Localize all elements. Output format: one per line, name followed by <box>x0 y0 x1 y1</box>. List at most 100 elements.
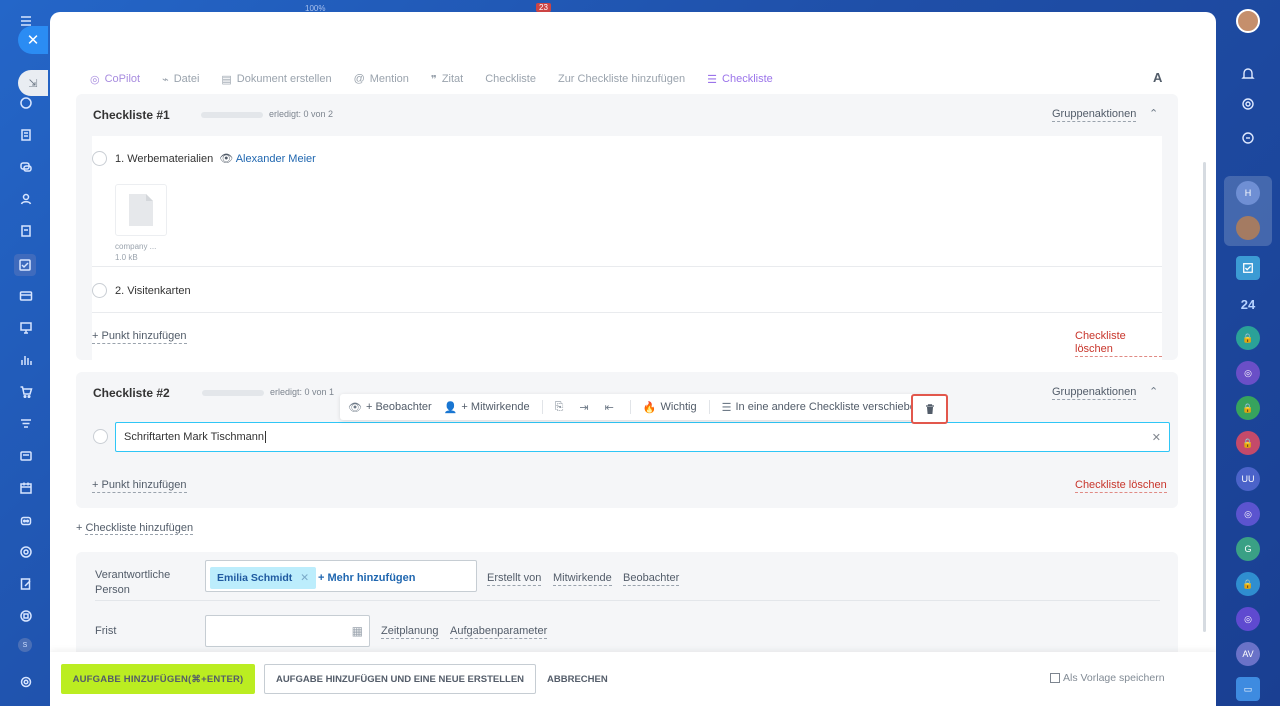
trash-icon <box>925 404 934 414</box>
docs-icon[interactable] <box>17 222 34 239</box>
target-icon[interactable] <box>17 543 34 560</box>
toolbar-mention[interactable]: @ Mention <box>354 73 409 85</box>
participants-link[interactable]: Mitwirkende <box>553 572 612 586</box>
calendar-icon[interactable] <box>17 479 34 496</box>
user-avatar[interactable] <box>1236 9 1260 33</box>
remove-icon[interactable]: ✕ <box>300 572 309 584</box>
responsible-field[interactable]: Emilia Schmidt ✕ + Mehr hinzufügen <box>205 560 477 592</box>
observers-link[interactable]: Beobachter <box>623 572 680 586</box>
delete-item-button[interactable] <box>911 394 948 424</box>
bitrix24-chat[interactable]: 24 <box>1236 292 1260 316</box>
indent-button[interactable]: ⇥ <box>579 401 592 414</box>
progress-text: erledigt: 0 von 1 <box>270 387 335 397</box>
lock-chat-icon[interactable]: 🔒 <box>1236 326 1260 350</box>
list-item[interactable]: 1. Werbematerialien 👁 Alexander Meier <box>115 152 316 165</box>
scrollbar[interactable] <box>1203 162 1206 632</box>
text-format-button[interactable]: A <box>1153 70 1162 85</box>
task-create-panel: ◎ CoPilot ⌁ Datei ▤ Dokument erstellen @ Men… <box>50 12 1216 706</box>
document-icon[interactable] <box>17 126 34 143</box>
lock-chat-icon-4[interactable]: 🔒 <box>1236 572 1260 596</box>
person-icon: 👤 <box>443 401 458 414</box>
monitor-icon[interactable] <box>17 319 34 336</box>
cancel-button[interactable]: ABBRECHEN <box>547 664 608 694</box>
chevron-up-icon[interactable]: ⌃ <box>1149 107 1158 120</box>
created-by-link[interactable]: Erstellt von <box>487 572 542 586</box>
attach-file-button[interactable]: ⎘ <box>555 401 568 414</box>
add-more-link[interactable]: + Mehr hinzufügen <box>318 572 415 584</box>
checkbox[interactable] <box>1050 673 1060 683</box>
list-item[interactable]: 2. Visitenkarten <box>115 285 191 297</box>
toolbar-add-to-checklist[interactable]: Zur Checkliste hinzufügen <box>558 73 685 85</box>
toolbar-file[interactable]: ⌁ Datei <box>162 73 199 86</box>
add-participant-button[interactable]: 👤 + Mitwirkende <box>444 401 530 414</box>
card-icon[interactable] <box>17 287 34 304</box>
add-checklist-link[interactable]: + Checkliste hinzufügen <box>76 522 194 535</box>
close-slider-button[interactable]: ✕ <box>18 26 48 54</box>
chat-avatar-uu[interactable]: UU <box>1236 467 1260 491</box>
toolbar-create-document[interactable]: ▤ Dokument erstellen <box>221 73 331 86</box>
chat-avatar-g[interactable]: G <box>1236 537 1260 561</box>
calendar-icon[interactable]: ▦ <box>352 624 363 638</box>
copilot-chat-icon-3[interactable]: ◎ <box>1236 607 1260 631</box>
tasks-icon[interactable] <box>14 254 36 276</box>
lock-chat-icon-3[interactable]: 🔒 <box>1236 431 1260 455</box>
chevron-up-icon[interactable]: ⌃ <box>1149 385 1158 398</box>
messenger-icon[interactable]: ▭ <box>1236 677 1260 701</box>
checklist-item-input[interactable]: Schriftarten Mark Tischmann ✕ <box>115 422 1170 452</box>
deadline-field[interactable]: ▦ <box>205 615 370 647</box>
delete-checklist-link[interactable]: Checkliste löschen <box>1075 330 1162 357</box>
bell-icon[interactable] <box>1236 62 1260 86</box>
chat-icon[interactable] <box>17 158 34 175</box>
copilot-icon[interactable] <box>1236 92 1260 116</box>
delete-checklist-link[interactable]: Checkliste löschen <box>1075 479 1167 493</box>
toolbar-checklist[interactable]: Checkliste <box>485 73 536 85</box>
item-label: 1. Werbematerialien <box>115 153 214 165</box>
save-template-checkbox[interactable]: Als Vorlage speichern <box>1050 672 1165 684</box>
group-actions-link[interactable]: Gruppenaktionen <box>1052 108 1137 122</box>
item-checkbox[interactable] <box>93 429 108 444</box>
toolbar-quote[interactable]: ❞ Zitat <box>431 73 463 86</box>
settings-icon[interactable] <box>17 673 34 690</box>
observer-link[interactable]: Alexander Meier <box>236 153 316 165</box>
progress-text: erledigt: 0 von 2 <box>269 109 334 119</box>
analytics-icon[interactable] <box>17 351 34 368</box>
user-avatar-small[interactable]: S <box>18 638 32 652</box>
important-button[interactable]: 🔥 Wichtig <box>643 401 697 414</box>
robot-icon[interactable] <box>17 511 34 528</box>
lock-chat-icon-2[interactable]: 🔒 <box>1236 396 1260 420</box>
toolbar-checklist-active[interactable]: ☰ Checkliste <box>707 73 773 86</box>
add-and-new-button[interactable]: AUFGABE HINZUFÜGEN UND EINE NEUE ERSTELL… <box>264 664 536 694</box>
feed-icon[interactable] <box>17 94 34 111</box>
scheduling-link[interactable]: Zeitplanung <box>381 625 439 639</box>
toolbar-copilot[interactable]: ◎ CoPilot <box>90 73 140 86</box>
add-task-button[interactable]: AUFGABE HINZUFÜGEN(⌘+ENTER) <box>61 664 255 694</box>
add-point-link[interactable]: + Punkt hinzufügen <box>92 479 187 493</box>
outdent-button[interactable]: ⇤ <box>605 401 618 414</box>
contacts-icon[interactable] <box>17 190 34 207</box>
chat-avatar-h[interactable]: H <box>1236 181 1260 205</box>
group-actions-link[interactable]: Gruppenaktionen <box>1052 386 1137 400</box>
move-to-checklist-button[interactable]: ☰ In eine andere Checkliste verschieben <box>722 401 922 414</box>
copilot-chat-icon[interactable]: ◎ <box>1236 361 1260 385</box>
item-checkbox[interactable] <box>92 283 107 298</box>
inbox-icon[interactable] <box>17 447 34 464</box>
add-observer-button[interactable]: 👁 + Beobachter <box>348 401 432 414</box>
tasks-chat-icon[interactable] <box>1236 256 1260 280</box>
task-parameters-link[interactable]: Aufgabenparameter <box>450 625 548 639</box>
edit-icon[interactable] <box>17 575 34 592</box>
copilot-chat-icon-2[interactable]: ◎ <box>1236 502 1260 526</box>
list-icon: ☰ <box>721 401 732 414</box>
minimize-slider-button[interactable]: ⇲ <box>18 70 48 96</box>
add-point-link[interactable]: + Punkt hinzufügen <box>92 330 187 344</box>
chat-avatar-av[interactable]: AV <box>1236 642 1260 666</box>
notification-badge: 23 <box>536 3 551 12</box>
search-chat-icon[interactable] <box>1236 126 1260 150</box>
cart-icon[interactable] <box>17 383 34 400</box>
user-chip[interactable]: Emilia Schmidt ✕ <box>210 567 317 589</box>
market-icon[interactable] <box>17 607 34 624</box>
clear-icon[interactable]: ✕ <box>1152 431 1161 444</box>
filter-icon[interactable] <box>17 415 34 432</box>
file-attachment[interactable] <box>115 184 167 236</box>
chat-avatar-photo[interactable] <box>1236 216 1260 240</box>
item-checkbox[interactable] <box>92 151 107 166</box>
